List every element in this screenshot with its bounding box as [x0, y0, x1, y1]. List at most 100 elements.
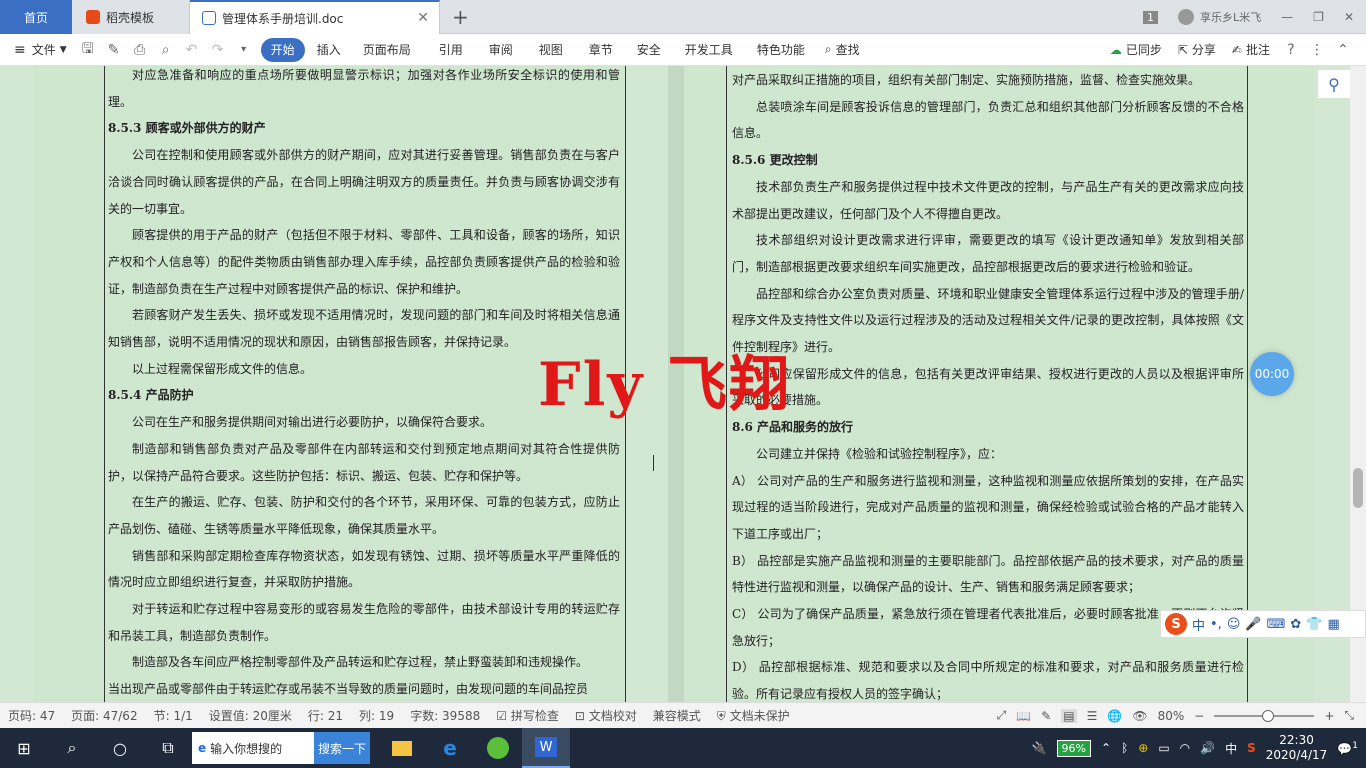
tab-document[interactable]: 管理体系手册培训.doc ✕ — [190, 0, 440, 34]
window-controls: 1 享乐乡L米飞 — ❐ ✕ — [1143, 0, 1366, 34]
keyboard-icon[interactable]: ⌨ — [1267, 617, 1286, 632]
scrollbar-thumb[interactable] — [1353, 468, 1363, 508]
menu-page-layout[interactable]: 页面布局 — [349, 38, 425, 62]
new-tab-button[interactable]: + — [452, 5, 469, 29]
status-page-number[interactable]: 页码: 47 — [0, 707, 63, 724]
sogou-tray-icon[interactable]: S — [1247, 741, 1256, 755]
taskbar-search-button[interactable]: 搜索一下 — [314, 732, 370, 764]
shirt-icon[interactable]: 👕 — [1306, 617, 1322, 632]
more-icon[interactable]: ⋮ — [1304, 38, 1330, 62]
tab-home[interactable]: 首页 — [0, 0, 72, 34]
quick-access-chevron-icon[interactable]: ▾ — [231, 38, 257, 62]
zoom-level[interactable]: 80% — [1158, 709, 1185, 723]
collapse-ribbon-icon[interactable]: ⌃ — [1330, 38, 1356, 62]
watermark-text: Fly 飞翔 — [538, 350, 792, 420]
grid-icon[interactable]: ▦ — [1327, 617, 1339, 632]
fit-width-icon[interactable]: ⤡ — [1344, 708, 1354, 723]
chevron-down-icon: ▼ — [59, 44, 67, 55]
spell-check-button[interactable]: ☑ 拼写检查 — [488, 707, 567, 724]
find-button[interactable]: ⌕ 查找 — [817, 38, 868, 62]
format-painter-icon[interactable]: ✎ — [101, 38, 127, 62]
comment-button[interactable]: ✍ 批注 — [1224, 38, 1278, 62]
status-pages[interactable]: 页面: 47/62 — [63, 707, 145, 724]
microphone-icon[interactable]: 🎤 — [1245, 617, 1261, 632]
task-view-icon[interactable]: ⧉ — [144, 728, 192, 768]
reading-mode-icon[interactable]: 📖 — [1016, 709, 1031, 723]
notification-center-icon[interactable]: 💬1 — [1337, 741, 1358, 756]
restore-icon[interactable]: ❐ — [1313, 10, 1324, 24]
battery-icon[interactable]: ▭ — [1158, 741, 1169, 755]
skin-icon[interactable]: ✿ — [1290, 617, 1301, 632]
ime-lang[interactable]: 中 — [1192, 615, 1205, 634]
menu-insert[interactable]: 插入 — [309, 38, 349, 62]
file-explorer-icon[interactable] — [378, 728, 426, 768]
tab-template[interactable]: 稻壳模板 — [72, 0, 190, 34]
redo-icon[interactable]: ↷ — [205, 38, 231, 62]
close-window-icon[interactable]: ✕ — [1344, 10, 1354, 24]
wifi-icon[interactable]: ◠ — [1180, 741, 1190, 755]
paragraph: 在生产的搬运、贮存、包装、防护和交付的各个环节，采用环保、可靠的包装方式，应防止… — [108, 495, 620, 536]
cortana-icon[interactable]: ○ — [96, 728, 144, 768]
proofread-label: 文档校对 — [588, 709, 637, 723]
menu-review[interactable]: 审阅 — [477, 38, 525, 62]
close-tab-icon[interactable]: ✕ — [417, 10, 429, 26]
battery-percent[interactable]: 96% — [1056, 739, 1091, 757]
outline-view-icon[interactable]: ☰ — [1087, 709, 1098, 723]
menu-security[interactable]: 安全 — [625, 38, 673, 62]
protect-label: 文档未保护 — [729, 709, 790, 723]
edit-mode-icon[interactable]: ✎ — [1041, 709, 1051, 723]
user-name: 享乐乡L米飞 — [1200, 11, 1262, 24]
zoom-slider[interactable] — [1214, 709, 1315, 722]
page-view-icon[interactable]: ▤ — [1061, 708, 1077, 723]
status-words[interactable]: 字数: 39588 — [402, 707, 488, 724]
fullscreen-icon[interactable]: ⤢ — [997, 708, 1007, 723]
help-icon[interactable]: ? — [1278, 38, 1304, 62]
punctuation-icon[interactable]: •, — [1210, 617, 1222, 632]
bluetooth-icon[interactable]: ᛒ — [1121, 741, 1128, 755]
menu-features[interactable]: 特色功能 — [745, 38, 817, 62]
taskbar-search-icon[interactable]: ⌕ — [48, 728, 96, 768]
zoom-slider-thumb[interactable] — [1262, 709, 1275, 722]
windows-start-icon[interactable]: ⊞ — [0, 728, 48, 768]
protect-status[interactable]: ⛨ 文档未保护 — [709, 707, 798, 724]
volume-icon[interactable]: 🔊 — [1200, 741, 1215, 755]
menu-references[interactable]: 引用 — [425, 38, 477, 62]
power-plug-icon[interactable]: 🔌 — [1032, 741, 1047, 755]
vertical-scrollbar[interactable] — [1350, 66, 1366, 702]
word-doc-icon — [202, 11, 216, 25]
proofread-button[interactable]: ⊡ 文档校对 — [567, 707, 645, 724]
ime-toolbar[interactable]: S 中 •, ☺ 🎤 ⌨ ✿ 👕 ▦ — [1160, 610, 1366, 638]
recording-timer[interactable]: 00:00 — [1250, 352, 1294, 396]
emoji-icon[interactable]: ☺ — [1227, 617, 1241, 632]
menu-start[interactable]: 开始 — [260, 37, 305, 62]
taskbar-search-input[interactable]: e 输入你想搜的 — [192, 732, 314, 764]
right-page-text[interactable]: 对产品采取纠正措施的项目，组织有关部门制定、实施预防措施，监督、检查实施效果。总… — [732, 67, 1244, 702]
menu-chapter[interactable]: 章节 — [577, 38, 625, 62]
edge-icon[interactable]: e — [426, 728, 474, 768]
share-button[interactable]: ⇱ 分享 — [1170, 38, 1224, 62]
tray-expand-icon[interactable]: ⌃ — [1101, 741, 1111, 755]
zoom-out-icon[interactable]: − — [1194, 709, 1204, 723]
search-placeholder: 输入你想搜的 — [210, 741, 283, 756]
sync-status[interactable]: ☁ 已同步 — [1102, 38, 1170, 62]
tray-app-icon[interactable]: ⊕ — [1138, 741, 1148, 755]
wps-writer-icon[interactable]: W — [522, 728, 570, 768]
eye-protect-icon[interactable]: 👁 — [1132, 709, 1147, 723]
location-pin-icon[interactable]: ⚲ — [1318, 70, 1350, 98]
print-preview-icon[interactable]: ⌕ — [153, 38, 179, 62]
zoom-in-icon[interactable]: + — [1324, 709, 1334, 723]
user-account[interactable]: 享乐乡L米飞 — [1178, 9, 1261, 25]
minimize-icon[interactable]: — — [1281, 10, 1293, 24]
file-menu[interactable]: ≡ 文件 ▼ — [0, 38, 75, 62]
menu-view[interactable]: 视图 — [525, 38, 577, 62]
browser-360-icon[interactable] — [474, 728, 522, 768]
save-icon[interactable]: 🖫 — [75, 38, 101, 62]
web-view-icon[interactable]: 🌐 — [1107, 709, 1122, 723]
shield-icon: ⛨ — [716, 709, 730, 723]
undo-icon[interactable]: ↶ — [179, 38, 205, 62]
print-icon[interactable]: ⎙ — [127, 38, 153, 62]
tray-ime-lang[interactable]: 中 — [1225, 740, 1237, 757]
clock[interactable]: 22:30 2020/4/17 — [1266, 733, 1328, 763]
menu-developer[interactable]: 开发工具 — [673, 38, 745, 62]
section-heading: 8.5.3 顾客或外部供方的财产 — [108, 121, 266, 136]
